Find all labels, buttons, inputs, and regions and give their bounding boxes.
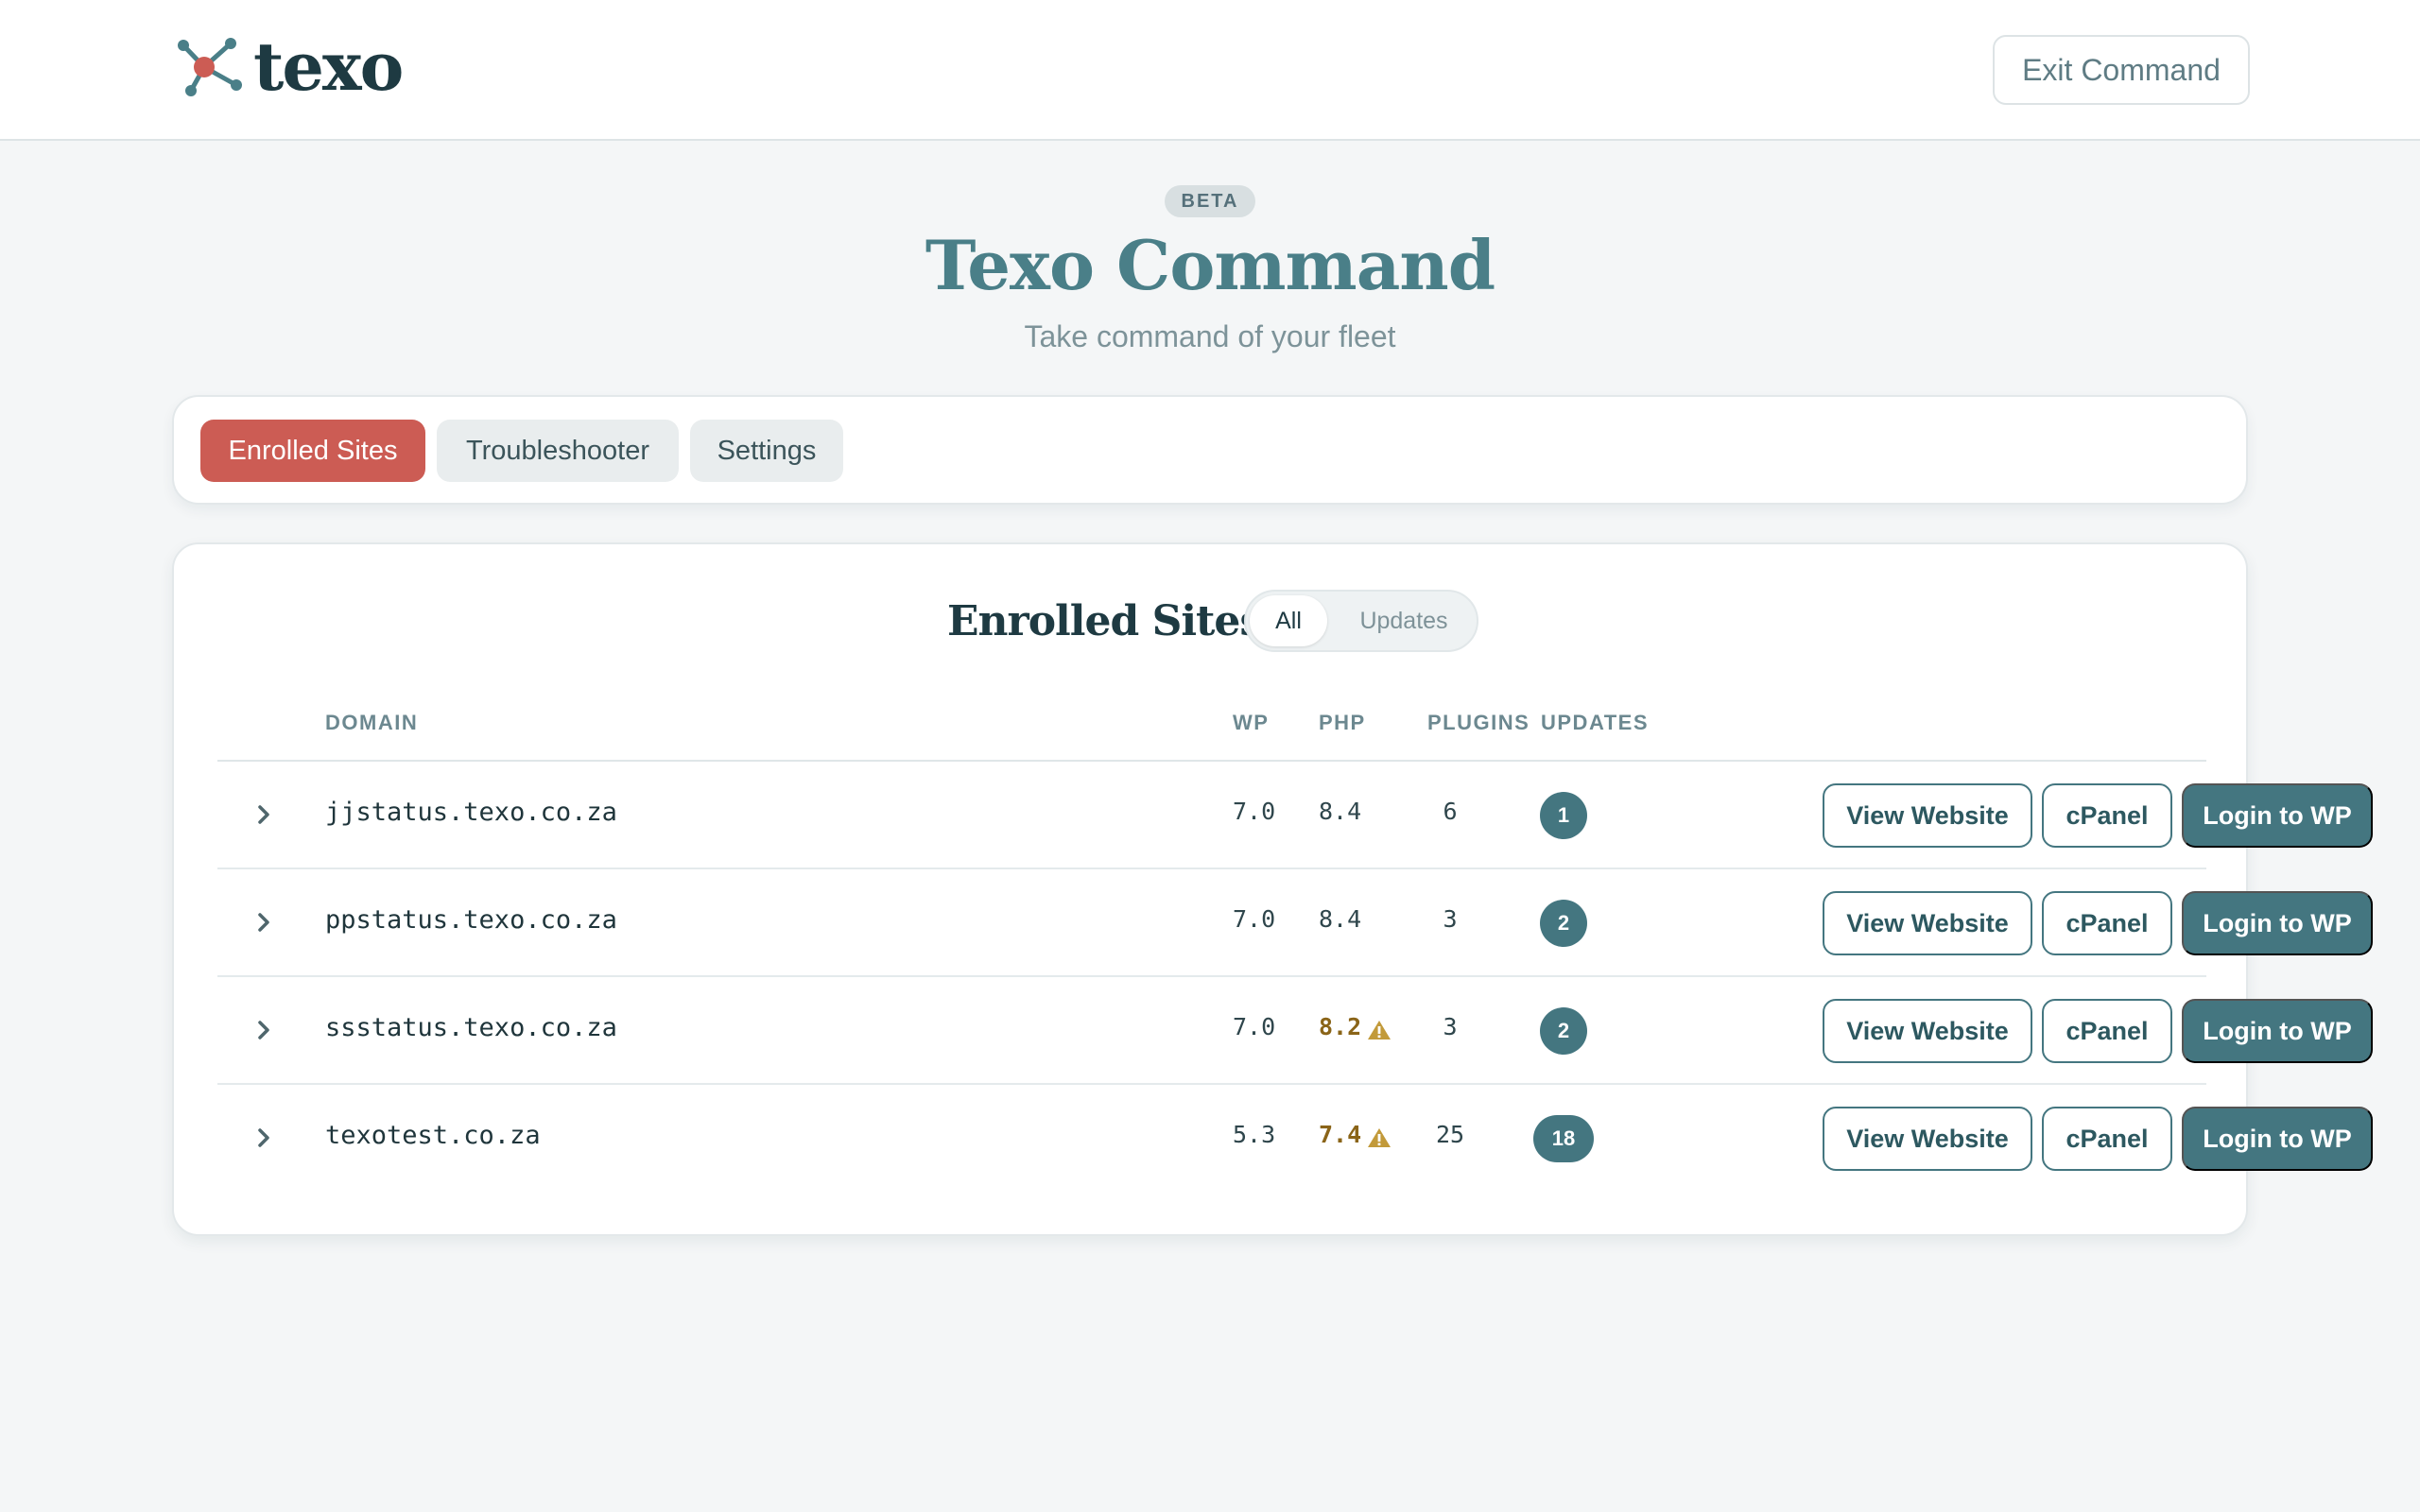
- column-header-php[interactable]: PHP: [1319, 711, 1366, 735]
- site-domain: ssstatus.texo.co.za: [325, 1013, 617, 1042]
- plugin-count: 3: [1443, 905, 1458, 933]
- enrolled-sites-panel: Enrolled Sites All Updates DOMAIN WP PHP…: [172, 542, 2373, 1236]
- plugin-count: 6: [1443, 798, 1458, 825]
- network-node-icon: [178, 38, 242, 96]
- site-domain: texotest.co.za: [325, 1121, 541, 1150]
- wp-version: 7.0: [1233, 798, 1276, 825]
- updates-badge: 2: [1540, 1007, 1587, 1055]
- view-website-button[interactable]: View Website: [1823, 891, 2032, 955]
- table-row: ppstatus.texo.co.za 7.0 8.4 3 2 View Web…: [217, 869, 2373, 977]
- warning-triangle-icon: [1368, 1021, 1391, 1040]
- cpanel-button[interactable]: cPanel: [2042, 783, 2172, 848]
- texo-logo[interactable]: texo: [174, 27, 404, 106]
- login-to-wp-button[interactable]: Login to WP: [2182, 783, 2373, 848]
- table-row: ssstatus.texo.co.za 7.0 8.2 3 2 View Web…: [217, 977, 2373, 1085]
- plugin-count: 3: [1443, 1013, 1458, 1040]
- php-version: 8.4: [1319, 905, 1362, 933]
- tab-settings[interactable]: Settings: [690, 420, 843, 482]
- column-header-domain[interactable]: DOMAIN: [325, 711, 418, 735]
- php-version-outdated: 7.4: [1319, 1121, 1362, 1148]
- site-domain: ppstatus.texo.co.za: [325, 905, 617, 935]
- login-to-wp-button[interactable]: Login to WP: [2182, 891, 2373, 955]
- view-website-button[interactable]: View Website: [1823, 999, 2032, 1063]
- page-subtitle: Take command of your fleet: [1024, 319, 1396, 353]
- cpanel-button[interactable]: cPanel: [2042, 999, 2172, 1063]
- chevron-right-icon[interactable]: [251, 1125, 276, 1150]
- chevron-right-icon[interactable]: [251, 910, 276, 935]
- section-title: Enrolled Sites: [947, 597, 1263, 645]
- site-domain: jjstatus.texo.co.za: [325, 798, 617, 827]
- login-to-wp-button[interactable]: Login to WP: [2182, 999, 2373, 1063]
- table-row: jjstatus.texo.co.za 7.0 8.4 6 1 View Web…: [217, 762, 2373, 869]
- main-tabs: Enrolled Sites Troubleshooter Settings: [172, 395, 2248, 505]
- page-title: Texo Command: [925, 225, 1495, 305]
- wp-version: 5.3: [1233, 1121, 1276, 1148]
- plugin-count: 25: [1435, 1121, 1465, 1148]
- top-bar: texo Exit Command: [0, 0, 2420, 141]
- column-header-wp[interactable]: WP: [1233, 711, 1269, 735]
- php-version-outdated: 8.2: [1319, 1013, 1362, 1040]
- warning-triangle-icon: [1368, 1128, 1391, 1147]
- filter-toggle: All Updates: [1244, 590, 1478, 652]
- filter-all[interactable]: All: [1250, 595, 1327, 646]
- table-row: texotest.co.za 5.3 7.4 25 18 View Websit…: [217, 1085, 2373, 1193]
- logo-wordmark: texo: [253, 27, 404, 106]
- updates-badge: 2: [1540, 900, 1587, 947]
- cpanel-button[interactable]: cPanel: [2042, 1107, 2172, 1171]
- cpanel-button[interactable]: cPanel: [2042, 891, 2172, 955]
- tab-troubleshooter[interactable]: Troubleshooter: [437, 420, 679, 482]
- wp-version: 7.0: [1233, 905, 1276, 933]
- column-header-updates[interactable]: UPDATES: [1541, 711, 1649, 735]
- view-website-button[interactable]: View Website: [1823, 783, 2032, 848]
- exit-command-button[interactable]: Exit Command: [1993, 35, 2250, 105]
- tab-enrolled-sites[interactable]: Enrolled Sites: [200, 420, 425, 482]
- chevron-right-icon[interactable]: [251, 802, 276, 827]
- filter-updates[interactable]: Updates: [1333, 595, 1475, 646]
- column-header-plugins[interactable]: PLUGINS: [1427, 711, 1530, 735]
- wp-version: 7.0: [1233, 1013, 1276, 1040]
- updates-badge: 1: [1540, 792, 1587, 839]
- chevron-right-icon[interactable]: [251, 1018, 276, 1042]
- php-version: 8.4: [1319, 798, 1362, 825]
- beta-badge: BETA: [1165, 185, 1255, 217]
- updates-badge: 18: [1533, 1115, 1594, 1162]
- view-website-button[interactable]: View Website: [1823, 1107, 2032, 1171]
- login-to-wp-button[interactable]: Login to WP: [2182, 1107, 2373, 1171]
